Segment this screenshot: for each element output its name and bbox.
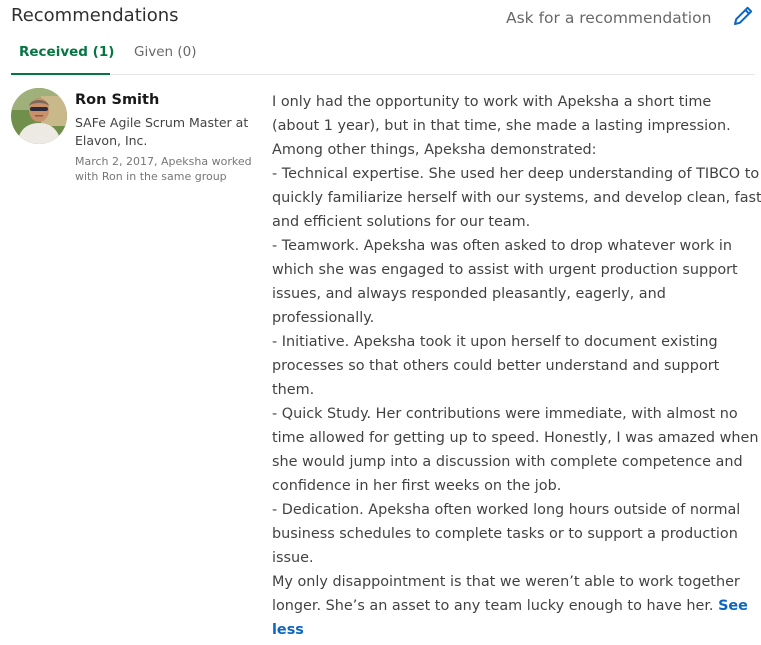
recommender-headline: SAFe Agile Scrum Master at Elavon, Inc. bbox=[75, 114, 255, 150]
body-line: - Teamwork. Apeksha was often asked to d… bbox=[272, 238, 732, 254]
headline-line: SAFe Agile Scrum Master at bbox=[75, 115, 249, 130]
recommendation-text: I only had the opportunity to work with … bbox=[272, 90, 761, 642]
body-line: quickly familiarize herself with our sys… bbox=[272, 190, 761, 206]
tab-given-label: Given (0) bbox=[134, 44, 197, 60]
tab-received[interactable]: Received (1) bbox=[19, 44, 114, 70]
body-line: she would jump into a discussion with co… bbox=[272, 454, 743, 470]
profile-photo bbox=[11, 88, 67, 144]
body-line: time allowed for getting up to speed. Ho… bbox=[272, 430, 759, 446]
avatar[interactable] bbox=[11, 88, 67, 144]
section-title: Recommendations bbox=[11, 5, 179, 26]
body-line: - Initiative. Apeksha took it upon herse… bbox=[272, 334, 718, 350]
body-line-text: longer. She’s an asset to any team lucky… bbox=[272, 598, 714, 614]
body-line: issue. bbox=[272, 550, 314, 566]
tab-received-label: Received (1) bbox=[19, 44, 115, 60]
ask-for-recommendation-link[interactable]: Ask for a recommendation bbox=[506, 9, 711, 27]
body-line: - Dedication. Apeksha often worked long … bbox=[272, 502, 741, 518]
body-line: professionally. bbox=[272, 310, 375, 326]
body-line: which she was engaged to assist with urg… bbox=[272, 262, 738, 278]
headline-line: Elavon, Inc. bbox=[75, 133, 148, 148]
body-line: - Quick Study. Her contributions were im… bbox=[272, 406, 738, 422]
active-tab-indicator bbox=[11, 73, 110, 75]
see-less-link-end[interactable]: less bbox=[272, 622, 304, 638]
body-line: confidence in her first weeks on the job… bbox=[272, 478, 562, 494]
body-line: Among other things, Apeksha demonstrated… bbox=[272, 142, 597, 158]
meta-line: with Ron in the same group bbox=[75, 170, 227, 183]
meta-line: March 2, 2017, Apeksha worked bbox=[75, 155, 252, 168]
recommendations-section: Recommendations Ask for a recommendation… bbox=[0, 0, 761, 645]
recommendation-tabs: Received (1) Given (0) bbox=[11, 36, 755, 75]
see-less-link-start[interactable]: See bbox=[718, 598, 748, 614]
body-line: (about 1 year), but in that time, she ma… bbox=[272, 118, 731, 134]
section-header: Recommendations Ask for a recommendation bbox=[11, 4, 761, 34]
edit-button[interactable] bbox=[731, 4, 755, 28]
body-line-last: longer. She’s an asset to any team lucky… bbox=[272, 594, 752, 618]
body-line: business schedules to complete tasks or … bbox=[272, 526, 738, 542]
body-line: - Technical expertise. She used her deep… bbox=[272, 166, 760, 182]
body-line: issues, and always responded pleasantly,… bbox=[272, 286, 666, 302]
body-line: them. bbox=[272, 382, 315, 398]
body-line: and efficient solutions for our team. bbox=[272, 214, 531, 230]
recommender-name[interactable]: Ron Smith bbox=[75, 92, 159, 108]
body-line: My only disappointment is that we weren’… bbox=[272, 574, 740, 590]
body-line: processes so that others could better un… bbox=[272, 358, 720, 374]
recommendation-meta: March 2, 2017, Apeksha worked with Ron i… bbox=[75, 154, 255, 184]
pencil-icon bbox=[734, 6, 753, 25]
body-line: I only had the opportunity to work with … bbox=[272, 94, 712, 110]
tab-given[interactable]: Given (0) bbox=[134, 44, 196, 70]
see-less-line: less bbox=[272, 618, 752, 642]
